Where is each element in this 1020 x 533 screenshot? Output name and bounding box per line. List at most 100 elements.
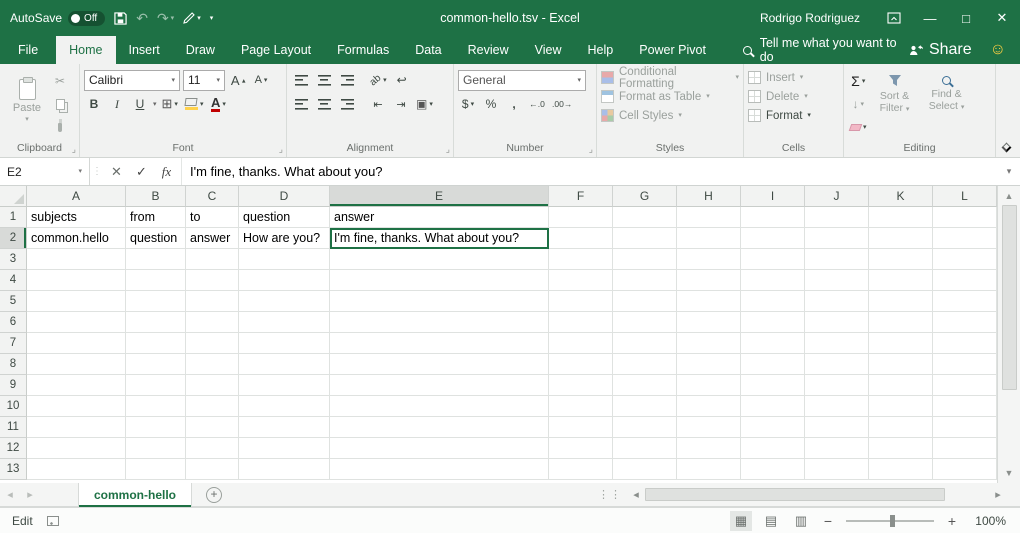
cell-L13[interactable] bbox=[933, 459, 997, 480]
column-header-J[interactable]: J bbox=[805, 186, 869, 207]
column-header-D[interactable]: D bbox=[239, 186, 330, 207]
bottom-align-button[interactable] bbox=[337, 70, 357, 90]
cancel-entry-button[interactable]: ✕ bbox=[104, 158, 129, 185]
splitter-dots-icon[interactable]: ⋮⋮ bbox=[598, 488, 622, 501]
zoom-out-button[interactable]: − bbox=[820, 513, 836, 529]
row-header-8[interactable]: 8 bbox=[0, 354, 27, 375]
autosum-button[interactable]: Σ▾ bbox=[848, 71, 869, 91]
dialog-launcher-icon[interactable]: ⌟ bbox=[589, 145, 593, 154]
cell-D3[interactable] bbox=[239, 249, 330, 270]
find-select-button[interactable]: Find & Select ▾ bbox=[921, 68, 973, 134]
cell-J6[interactable] bbox=[805, 312, 869, 333]
cell-L1[interactable] bbox=[933, 207, 997, 228]
cell-F4[interactable] bbox=[549, 270, 613, 291]
merge-center-button[interactable]: ▣▾ bbox=[414, 94, 435, 114]
top-align-button[interactable] bbox=[291, 70, 311, 90]
row-header-7[interactable]: 7 bbox=[0, 333, 27, 354]
tab-power-pivot[interactable]: Power Pivot bbox=[626, 36, 719, 64]
cell-J2[interactable] bbox=[805, 228, 869, 249]
cell-I13[interactable] bbox=[741, 459, 805, 480]
cell-A9[interactable] bbox=[27, 375, 126, 396]
cell-C10[interactable] bbox=[186, 396, 239, 417]
macro-record-button[interactable] bbox=[33, 511, 59, 531]
font-color-button[interactable]: A▾ bbox=[208, 94, 228, 114]
row-header-11[interactable]: 11 bbox=[0, 417, 27, 438]
sort-filter-button[interactable]: Sort & Filter ▾ bbox=[869, 68, 921, 134]
comma-style-button[interactable]: , bbox=[504, 94, 524, 114]
cell-F9[interactable] bbox=[549, 375, 613, 396]
cell-A11[interactable] bbox=[27, 417, 126, 438]
cell-B6[interactable] bbox=[126, 312, 186, 333]
cell-E10[interactable] bbox=[330, 396, 549, 417]
cell-B13[interactable] bbox=[126, 459, 186, 480]
cell-D5[interactable] bbox=[239, 291, 330, 312]
cell-E1[interactable]: answer bbox=[330, 207, 549, 228]
cell-E4[interactable] bbox=[330, 270, 549, 291]
zoom-level[interactable]: 100% bbox=[968, 514, 1006, 528]
cell-H7[interactable] bbox=[677, 333, 741, 354]
name-box[interactable]: E2 ▾ bbox=[0, 158, 90, 185]
tab-view[interactable]: View bbox=[522, 36, 575, 64]
cell-H13[interactable] bbox=[677, 459, 741, 480]
cell-L2[interactable] bbox=[933, 228, 997, 249]
insert-cells-button[interactable]: Insert ▾ bbox=[748, 68, 839, 87]
cell-H1[interactable] bbox=[677, 207, 741, 228]
draw-touch-button[interactable]: ▾ bbox=[183, 12, 201, 24]
cell-D12[interactable] bbox=[239, 438, 330, 459]
cell-A7[interactable] bbox=[27, 333, 126, 354]
tab-insert[interactable]: Insert bbox=[116, 36, 173, 64]
cell-A5[interactable] bbox=[27, 291, 126, 312]
cell-G2[interactable] bbox=[613, 228, 677, 249]
row-header-13[interactable]: 13 bbox=[0, 459, 27, 480]
percent-style-button[interactable]: % bbox=[481, 94, 501, 114]
cell-E2[interactable]: I'm fine, thanks. What about you? bbox=[330, 228, 549, 249]
cell-L6[interactable] bbox=[933, 312, 997, 333]
underline-button[interactable]: U bbox=[130, 94, 150, 114]
page-layout-view-button[interactable]: ▤ bbox=[760, 511, 782, 531]
cell-G3[interactable] bbox=[613, 249, 677, 270]
insert-function-button[interactable]: fx bbox=[154, 158, 179, 185]
cell-L12[interactable] bbox=[933, 438, 997, 459]
cell-D8[interactable] bbox=[239, 354, 330, 375]
cell-K10[interactable] bbox=[869, 396, 933, 417]
bold-button[interactable]: B bbox=[84, 94, 104, 114]
align-center-button[interactable] bbox=[314, 94, 334, 114]
column-header-C[interactable]: C bbox=[186, 186, 239, 207]
cell-A3[interactable] bbox=[27, 249, 126, 270]
enter-entry-button[interactable]: ✓ bbox=[129, 158, 154, 185]
conditional-formatting-button[interactable]: Conditional Formatting ▾ bbox=[601, 68, 739, 87]
number-format-combo[interactable]: General ▾ bbox=[458, 70, 586, 91]
cell-J10[interactable] bbox=[805, 396, 869, 417]
cell-A8[interactable] bbox=[27, 354, 126, 375]
autosave-toggle[interactable]: AutoSave Off bbox=[10, 11, 105, 26]
decrease-decimal-button[interactable]: .00→ bbox=[550, 94, 574, 114]
cell-F8[interactable] bbox=[549, 354, 613, 375]
cell-C11[interactable] bbox=[186, 417, 239, 438]
cell-I10[interactable] bbox=[741, 396, 805, 417]
cell-J1[interactable] bbox=[805, 207, 869, 228]
customize-qat-button[interactable]: ▾ bbox=[210, 15, 214, 22]
page-break-view-button[interactable]: ▥ bbox=[790, 511, 812, 531]
cell-G11[interactable] bbox=[613, 417, 677, 438]
column-header-B[interactable]: B bbox=[126, 186, 186, 207]
cell-E8[interactable] bbox=[330, 354, 549, 375]
cell-L9[interactable] bbox=[933, 375, 997, 396]
cell-H11[interactable] bbox=[677, 417, 741, 438]
cell-F2[interactable] bbox=[549, 228, 613, 249]
increase-indent-button[interactable]: ⇥ bbox=[391, 94, 411, 114]
row-header-6[interactable]: 6 bbox=[0, 312, 27, 333]
cell-K5[interactable] bbox=[869, 291, 933, 312]
italic-button[interactable]: I bbox=[107, 94, 127, 114]
cell-H3[interactable] bbox=[677, 249, 741, 270]
cell-G1[interactable] bbox=[613, 207, 677, 228]
cell-G10[interactable] bbox=[613, 396, 677, 417]
sheet-nav-right-icon[interactable]: ▸ bbox=[20, 488, 40, 501]
cell-C7[interactable] bbox=[186, 333, 239, 354]
cell-C5[interactable] bbox=[186, 291, 239, 312]
cell-I3[interactable] bbox=[741, 249, 805, 270]
cell-A1[interactable]: subjects bbox=[27, 207, 126, 228]
scroll-right-icon[interactable]: ▸ bbox=[990, 488, 1006, 501]
format-as-table-button[interactable]: Format as Table ▾ bbox=[601, 87, 739, 106]
cell-H4[interactable] bbox=[677, 270, 741, 291]
minimize-button[interactable]: — bbox=[912, 0, 948, 36]
